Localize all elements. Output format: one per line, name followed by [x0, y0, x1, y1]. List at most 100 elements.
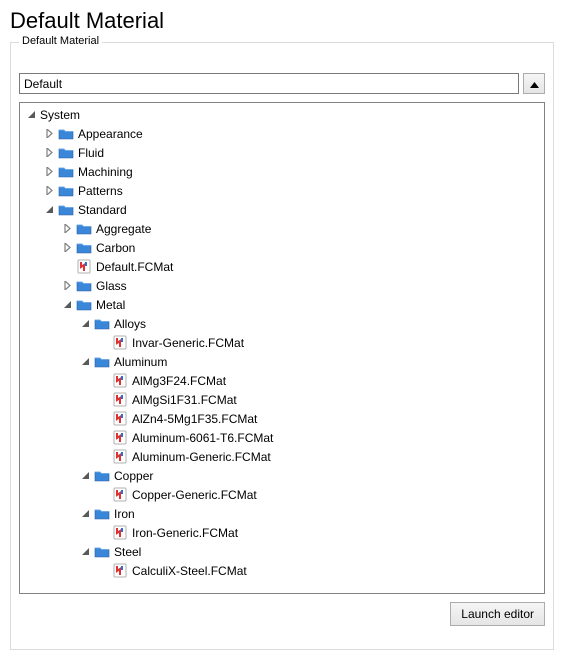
tree-folder-row[interactable]: Steel — [20, 542, 544, 561]
expand-toggle[interactable] — [60, 222, 74, 236]
folder-icon — [58, 145, 74, 161]
fcmat-file-icon — [112, 563, 128, 579]
triangle-up-icon — [530, 77, 539, 91]
tree-file-row[interactable]: Aluminum-6061-T6.FCMat — [20, 428, 544, 447]
launch-editor-button[interactable]: Launch editor — [450, 602, 545, 626]
tree-folder-row[interactable]: Aluminum — [20, 352, 544, 371]
expand-toggle[interactable] — [42, 184, 56, 198]
tree-folder-row[interactable]: Glass — [20, 276, 544, 295]
fcmat-file-icon — [112, 430, 128, 446]
tree-item-label: Aluminum — [114, 355, 167, 369]
tree-folder-row[interactable]: Copper — [20, 466, 544, 485]
default-material-group: Default Material SystemAppearanceFluidMa… — [10, 42, 554, 650]
folder-icon — [94, 544, 110, 560]
tree-folder-row[interactable]: Alloys — [20, 314, 544, 333]
tree-folder-row[interactable]: Aggregate — [20, 219, 544, 238]
expand-toggle[interactable] — [42, 146, 56, 160]
tree-item-label: Invar-Generic.FCMat — [132, 336, 244, 350]
fcmat-file-icon — [112, 392, 128, 408]
tree-file-row[interactable]: Iron-Generic.FCMat — [20, 523, 544, 542]
tree-item-label: Steel — [114, 545, 141, 559]
tree-file-row[interactable]: Copper-Generic.FCMat — [20, 485, 544, 504]
expand-toggle[interactable] — [42, 127, 56, 141]
tree-folder-row[interactable]: Patterns — [20, 181, 544, 200]
folder-icon — [76, 278, 92, 294]
expand-spacer — [96, 526, 110, 540]
tree-item-label: Patterns — [78, 184, 123, 198]
tree-item-label: Iron-Generic.FCMat — [132, 526, 238, 540]
tree-file-row[interactable]: Default.FCMat — [20, 257, 544, 276]
folder-icon — [94, 316, 110, 332]
expand-toggle[interactable] — [60, 298, 74, 312]
tree-item-label: AlZn4-5Mg1F35.FCMat — [132, 412, 257, 426]
expand-toggle[interactable] — [78, 469, 92, 483]
fcmat-file-icon — [112, 335, 128, 351]
tree-folder-row[interactable]: Metal — [20, 295, 544, 314]
expand-spacer — [96, 431, 110, 445]
expand-toggle[interactable] — [42, 165, 56, 179]
tree-file-row[interactable]: CalculiX-Steel.FCMat — [20, 561, 544, 580]
expand-toggle[interactable] — [78, 317, 92, 331]
expand-toggle[interactable] — [60, 279, 74, 293]
expand-toggle[interactable] — [60, 241, 74, 255]
page-title: Default Material — [10, 8, 554, 34]
expand-toggle[interactable] — [78, 545, 92, 559]
folder-icon — [94, 354, 110, 370]
tree-item-label: AlMgSi1F31.FCMat — [132, 393, 237, 407]
tree-file-row[interactable]: Aluminum-Generic.FCMat — [20, 447, 544, 466]
expand-spacer — [96, 564, 110, 578]
tree-item-label: Glass — [96, 279, 127, 293]
tree-item-label: System — [40, 108, 80, 122]
group-label: Default Material — [19, 35, 102, 47]
expand-spacer — [96, 393, 110, 407]
tree-folder-row[interactable]: Standard — [20, 200, 544, 219]
tree-item-label: Fluid — [78, 146, 104, 160]
folder-icon — [58, 202, 74, 218]
expand-toggle[interactable] — [78, 507, 92, 521]
tree-item-label: Standard — [78, 203, 127, 217]
folder-icon — [94, 468, 110, 484]
tree-item-label: Carbon — [96, 241, 135, 255]
tree-folder-row[interactable]: Machining — [20, 162, 544, 181]
tree-folder-row[interactable]: System — [20, 105, 544, 124]
tree-file-row[interactable]: AlZn4-5Mg1F35.FCMat — [20, 409, 544, 428]
tree-folder-row[interactable]: Appearance — [20, 124, 544, 143]
material-tree[interactable]: System Appearance Fluid Machining Patterns St… — [20, 103, 544, 593]
folder-icon — [94, 506, 110, 522]
material-tree-container: System Appearance Fluid Machining Patterns St… — [19, 102, 545, 594]
tree-folder-row[interactable]: Fluid — [20, 143, 544, 162]
tree-item-label: Copper-Generic.FCMat — [132, 488, 257, 502]
tree-item-label: Alloys — [114, 317, 146, 331]
expand-spacer — [96, 450, 110, 464]
expand-spacer — [96, 336, 110, 350]
folder-icon — [58, 126, 74, 142]
expand-toggle[interactable] — [78, 355, 92, 369]
expand-spacer — [96, 488, 110, 502]
tree-folder-row[interactable]: Carbon — [20, 238, 544, 257]
fcmat-file-icon — [112, 525, 128, 541]
tree-item-label: Metal — [96, 298, 125, 312]
expand-spacer — [96, 374, 110, 388]
tree-file-row[interactable]: AlMg3F24.FCMat — [20, 371, 544, 390]
material-combo[interactable] — [19, 73, 519, 94]
tree-item-label: Aluminum-6061-T6.FCMat — [132, 431, 273, 445]
fcmat-file-icon — [112, 373, 128, 389]
expand-spacer — [96, 412, 110, 426]
fcmat-file-icon — [112, 487, 128, 503]
tree-item-label: AlMg3F24.FCMat — [132, 374, 226, 388]
tree-item-label: CalculiX-Steel.FCMat — [132, 564, 247, 578]
tree-item-label: Default.FCMat — [96, 260, 173, 274]
tree-item-label: Appearance — [78, 127, 143, 141]
tree-item-label: Aluminum-Generic.FCMat — [132, 450, 271, 464]
tree-file-row[interactable]: AlMgSi1F31.FCMat — [20, 390, 544, 409]
fcmat-file-icon — [112, 411, 128, 427]
combo-dropdown-button[interactable] — [523, 73, 545, 94]
expand-toggle[interactable] — [24, 108, 38, 122]
tree-item-label: Machining — [78, 165, 133, 179]
expand-spacer — [60, 260, 74, 274]
expand-toggle[interactable] — [42, 203, 56, 217]
tree-file-row[interactable]: Invar-Generic.FCMat — [20, 333, 544, 352]
tree-item-label: Aggregate — [96, 222, 151, 236]
tree-item-label: Iron — [114, 507, 135, 521]
tree-folder-row[interactable]: Iron — [20, 504, 544, 523]
